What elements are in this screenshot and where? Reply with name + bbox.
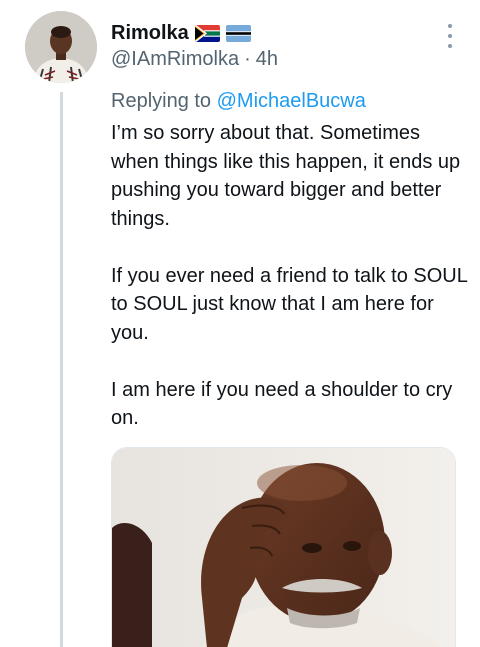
- more-vertical-icon[interactable]: [446, 24, 454, 48]
- tweet-paragraph: I’m so sorry about that. Sometimes when …: [111, 122, 461, 230]
- avatar[interactable]: [25, 11, 97, 83]
- author-row: Rimolka: [111, 20, 251, 46]
- mention-link[interactable]: @MichaelBucwa: [217, 90, 366, 112]
- handle[interactable]: @IAmRimolka: [111, 48, 239, 71]
- tweet-paragraph: I am here if you need a shoulder to cry …: [111, 378, 453, 430]
- thread-line: [60, 92, 63, 647]
- tweet[interactable]: Rimolka @IAmRimolka · 4h Replying to @Mi…: [0, 0, 480, 647]
- tweet-text: I’m so sorry about that. Sometimes when …: [111, 119, 471, 461]
- handle-row: @IAmRimolka · 4h: [111, 48, 278, 71]
- botswana-flag-icon: [225, 24, 251, 42]
- tweet-photo[interactable]: [111, 447, 456, 647]
- replying-prefix: Replying to: [111, 90, 212, 112]
- display-name[interactable]: Rimolka: [111, 22, 189, 45]
- separator: ·: [244, 48, 251, 70]
- timestamp[interactable]: 4h: [256, 48, 278, 71]
- tweet-paragraph: If you ever need a friend to talk to SOU…: [111, 264, 468, 344]
- replying-to: Replying to @MichaelBucwa: [111, 90, 366, 113]
- south-africa-flag-icon: [194, 24, 220, 42]
